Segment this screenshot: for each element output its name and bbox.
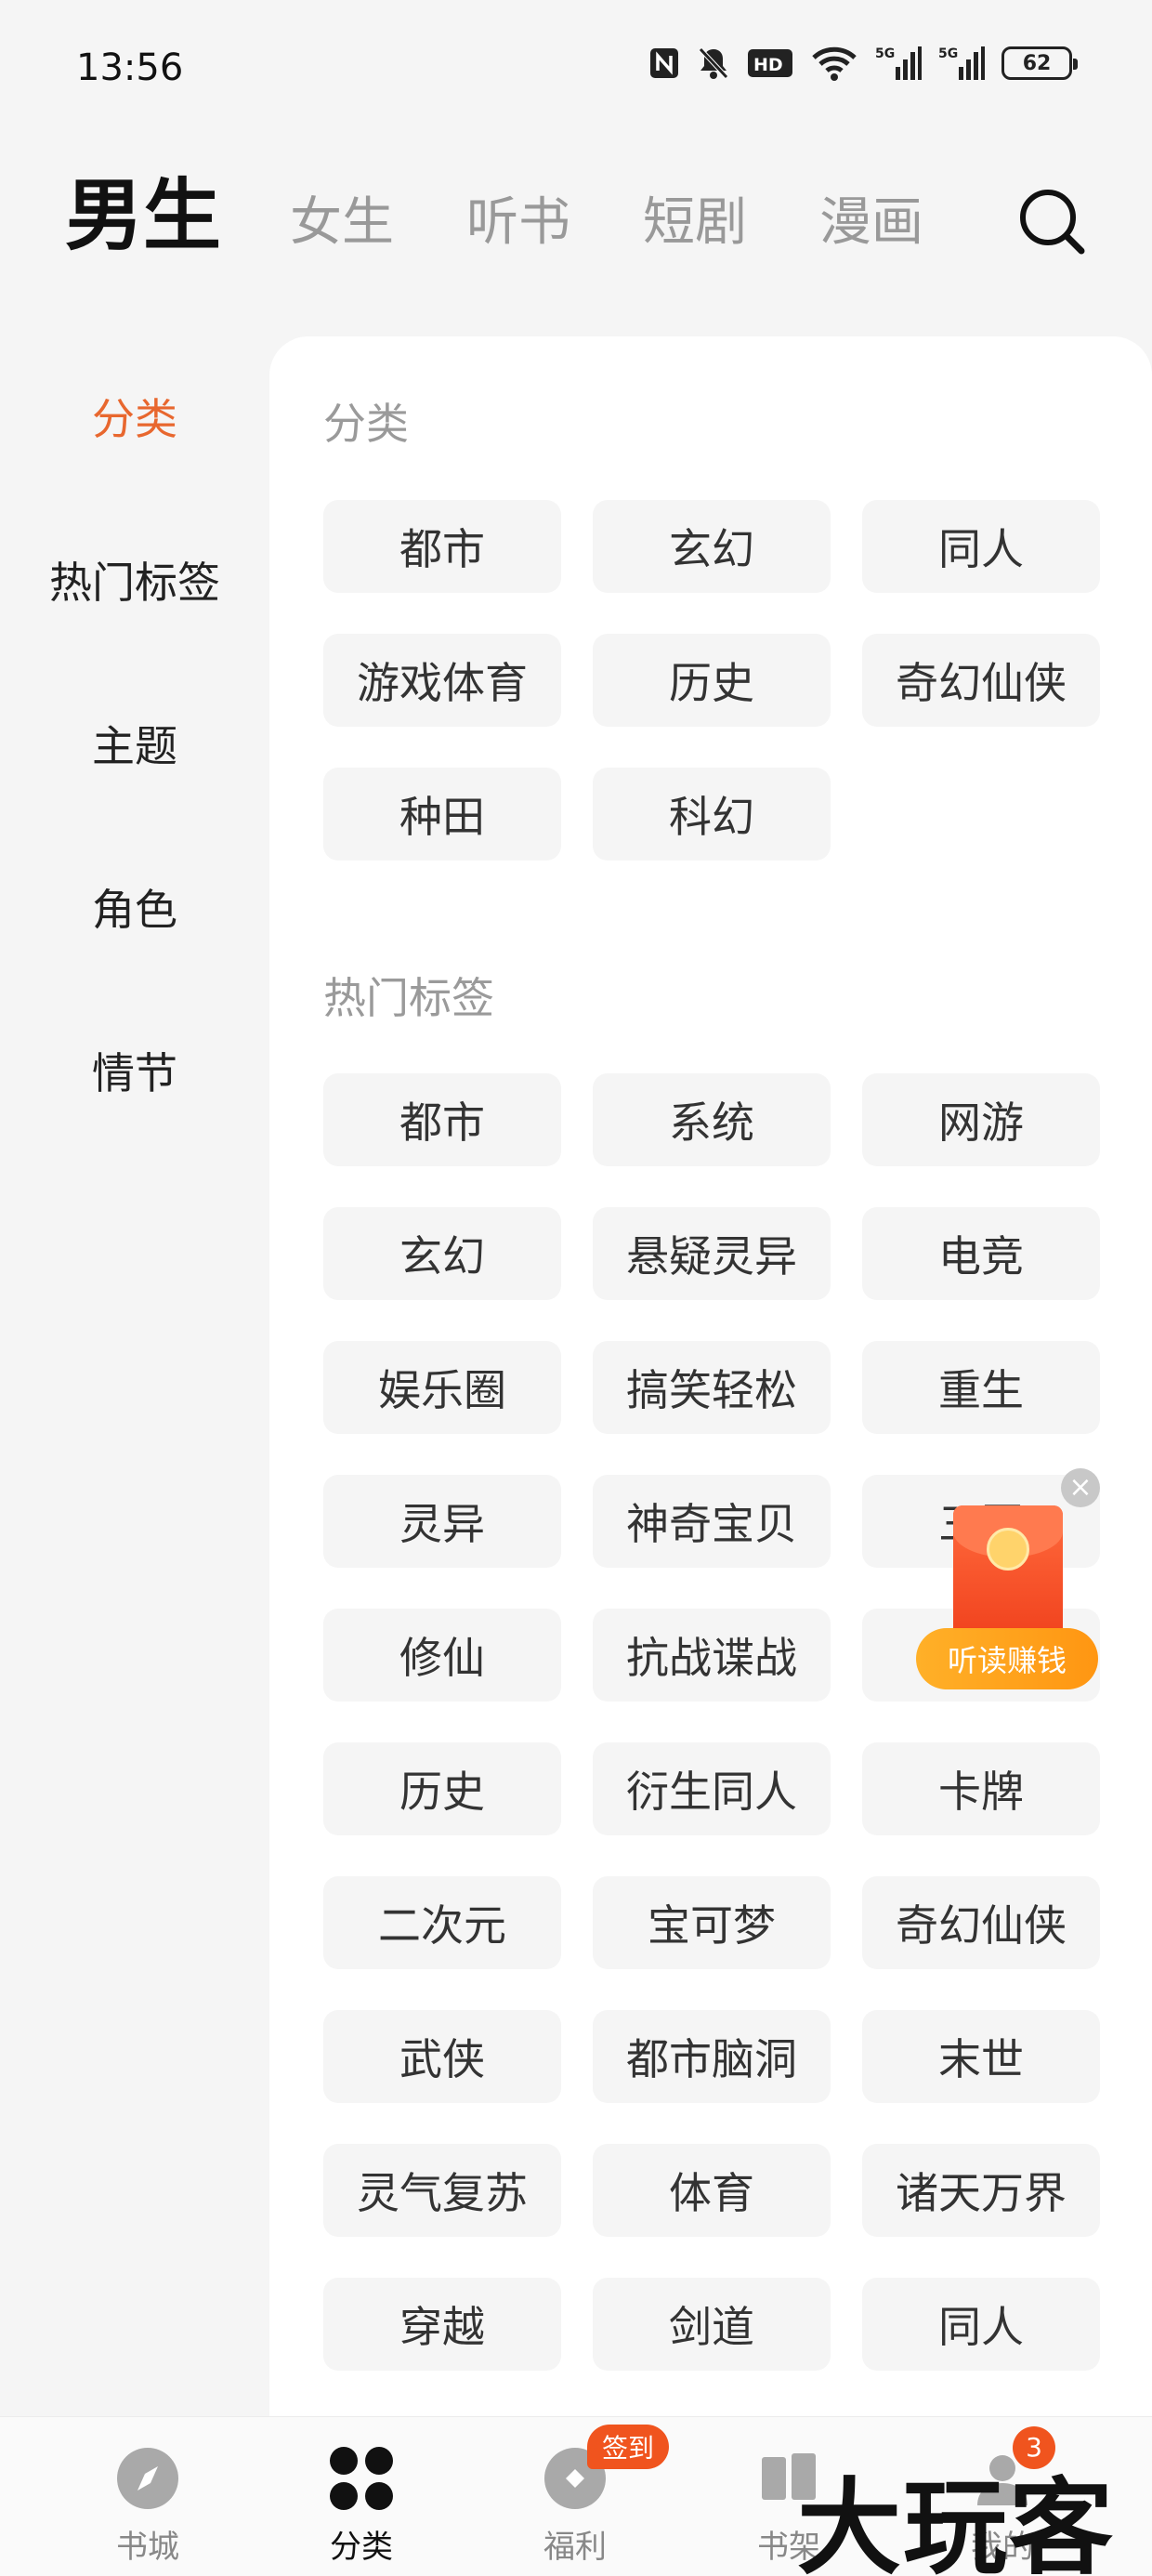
hot-tag-chip[interactable]: 修仙: [323, 1609, 561, 1702]
top-tabs: 男生 女生 听书 短剧 漫画: [65, 177, 996, 255]
net-b-text: 5G: [938, 46, 958, 61]
hot-tag-chip[interactable]: 神奇宝贝: [593, 1475, 831, 1568]
category-chip[interactable]: 科幻: [593, 768, 831, 861]
red-packet-icon: [953, 1505, 1063, 1645]
nav-category[interactable]: 分类: [255, 2417, 468, 2576]
nav-welfare[interactable]: 福利 签到: [468, 2417, 682, 2576]
tab-male[interactable]: 男生: [65, 177, 221, 255]
wifi-icon: [810, 45, 858, 82]
tab-audiobook[interactable]: 听书: [466, 197, 570, 255]
hot-tag-chip[interactable]: 灵气复苏: [323, 2144, 561, 2237]
listen-earn-widget[interactable]: × 听读赚钱: [916, 1468, 1102, 1701]
tab-comics[interactable]: 漫画: [819, 197, 923, 255]
search-button[interactable]: [1016, 186, 1089, 258]
hot-tag-chip[interactable]: 穿越: [323, 2278, 561, 2371]
hot-tag-chip[interactable]: 都市脑洞: [593, 2010, 831, 2103]
category-chip[interactable]: 种田: [323, 768, 561, 861]
status-bar: 13:56 HD 5G 5G 62: [0, 0, 1152, 139]
status-time: 13:56: [76, 46, 184, 89]
sidebar-item-theme[interactable]: 主题: [0, 662, 269, 825]
hot-tag-chip[interactable]: 末世: [862, 2010, 1100, 2103]
hot-tag-chip[interactable]: 剑道: [593, 2278, 831, 2371]
nav-label: 分类: [330, 2529, 393, 2566]
coin-icon: [987, 1528, 1029, 1571]
hot-tags-grid: 都市系统网游玄幻悬疑灵异电竞娱乐圈搞笑轻松重生灵异神奇宝贝三国修仙抗战谍战历史衍…: [323, 1073, 1100, 2371]
battery-level: 62: [1022, 51, 1052, 75]
hot-tag-chip[interactable]: 历史: [323, 1742, 561, 1835]
hot-tag-chip[interactable]: 搞笑轻松: [593, 1341, 831, 1434]
5g-signal-icon: 5G: [875, 45, 922, 82]
hot-tag-chip[interactable]: 诸天万界: [862, 2144, 1100, 2237]
hot-tag-chip[interactable]: 卡牌: [862, 1742, 1100, 1835]
hot-tag-chip[interactable]: 娱乐圈: [323, 1341, 561, 1434]
hot-tag-chip[interactable]: 体育: [593, 2144, 831, 2237]
hd-icon: HD: [747, 47, 793, 79]
category-chip[interactable]: 游戏体育: [323, 634, 561, 727]
nav-label: 福利: [543, 2529, 607, 2566]
hot-tag-chip[interactable]: 玄幻: [323, 1207, 561, 1300]
hot-tag-chip[interactable]: 都市: [323, 1073, 561, 1166]
hot-tag-chip[interactable]: 悬疑灵异: [593, 1207, 831, 1300]
hot-tags-section-title: 热门标签: [323, 973, 494, 1023]
category-grid: 都市 玄幻 同人游戏体育 历史 奇幻仙侠种田 科幻: [323, 500, 1100, 861]
compass-icon: [114, 2445, 181, 2512]
sidebar-item-hot-tags[interactable]: 热门标签: [0, 498, 269, 662]
nav-label: 书城: [116, 2529, 179, 2566]
main-panel: 分类 都市 玄幻 同人 游戏体育 历史 奇幻仙侠 种田 科幻 热门标签 都市 系统 网游 玄幻 悬疑灵…: [269, 336, 1152, 2474]
category-chip[interactable]: 奇幻仙侠: [862, 634, 1100, 727]
net-a-text: 5G: [875, 46, 895, 61]
hot-tag-chip[interactable]: 灵异: [323, 1475, 561, 1568]
hot-tag-chip[interactable]: 同人: [862, 2278, 1100, 2371]
sidebar-item-role[interactable]: 角色: [0, 825, 269, 989]
nfc-icon: [648, 46, 680, 80]
battery-icon: 62: [1001, 46, 1078, 80]
hot-tag-chip[interactable]: 宝可梦: [593, 1876, 831, 1969]
hot-tag-chip[interactable]: 重生: [862, 1341, 1100, 1434]
watermark: 大玩客: [797, 2467, 1115, 2576]
tab-short-drama[interactable]: 短剧: [643, 197, 747, 255]
hot-tag-chip[interactable]: 奇幻仙侠: [862, 1876, 1100, 1969]
hot-tag-chip[interactable]: 武侠: [323, 2010, 561, 2103]
tab-female[interactable]: 女生: [290, 197, 394, 255]
category-chip[interactable]: 历史: [593, 634, 831, 727]
close-icon[interactable]: ×: [1061, 1468, 1100, 1507]
hot-tag-chip[interactable]: 抗战谍战: [593, 1609, 831, 1702]
nav-bookstore[interactable]: 书城: [41, 2417, 255, 2576]
hot-tag-chip[interactable]: 二次元: [323, 1876, 561, 1969]
hot-tag-chip[interactable]: 电竞: [862, 1207, 1100, 1300]
category-chip[interactable]: 同人: [862, 500, 1100, 593]
sidebar-item-category[interactable]: 分类: [0, 335, 269, 498]
category-section-title: 分类: [323, 399, 409, 449]
listen-earn-label[interactable]: 听读赚钱: [916, 1628, 1098, 1689]
hot-tag-chip[interactable]: 衍生同人: [593, 1742, 831, 1835]
grid-icon: [328, 2445, 395, 2512]
hot-tag-chip[interactable]: 网游: [862, 1073, 1100, 1166]
5g-signal-icon: 5G: [938, 45, 985, 82]
sidebar-item-plot[interactable]: 情节: [0, 989, 269, 1152]
hot-tag-chip[interactable]: 系统: [593, 1073, 831, 1166]
sidebar: 分类 热门标签 主题 角色 情节: [0, 335, 269, 1152]
sign-in-badge: 签到: [587, 2425, 670, 2469]
mute-icon: [697, 46, 730, 81]
category-chip[interactable]: 玄幻: [593, 500, 831, 593]
category-chip[interactable]: 都市: [323, 500, 561, 593]
status-icons: HD 5G 5G 62: [648, 45, 1078, 82]
search-icon: [1020, 190, 1085, 255]
hd-text: HD: [753, 55, 783, 75]
